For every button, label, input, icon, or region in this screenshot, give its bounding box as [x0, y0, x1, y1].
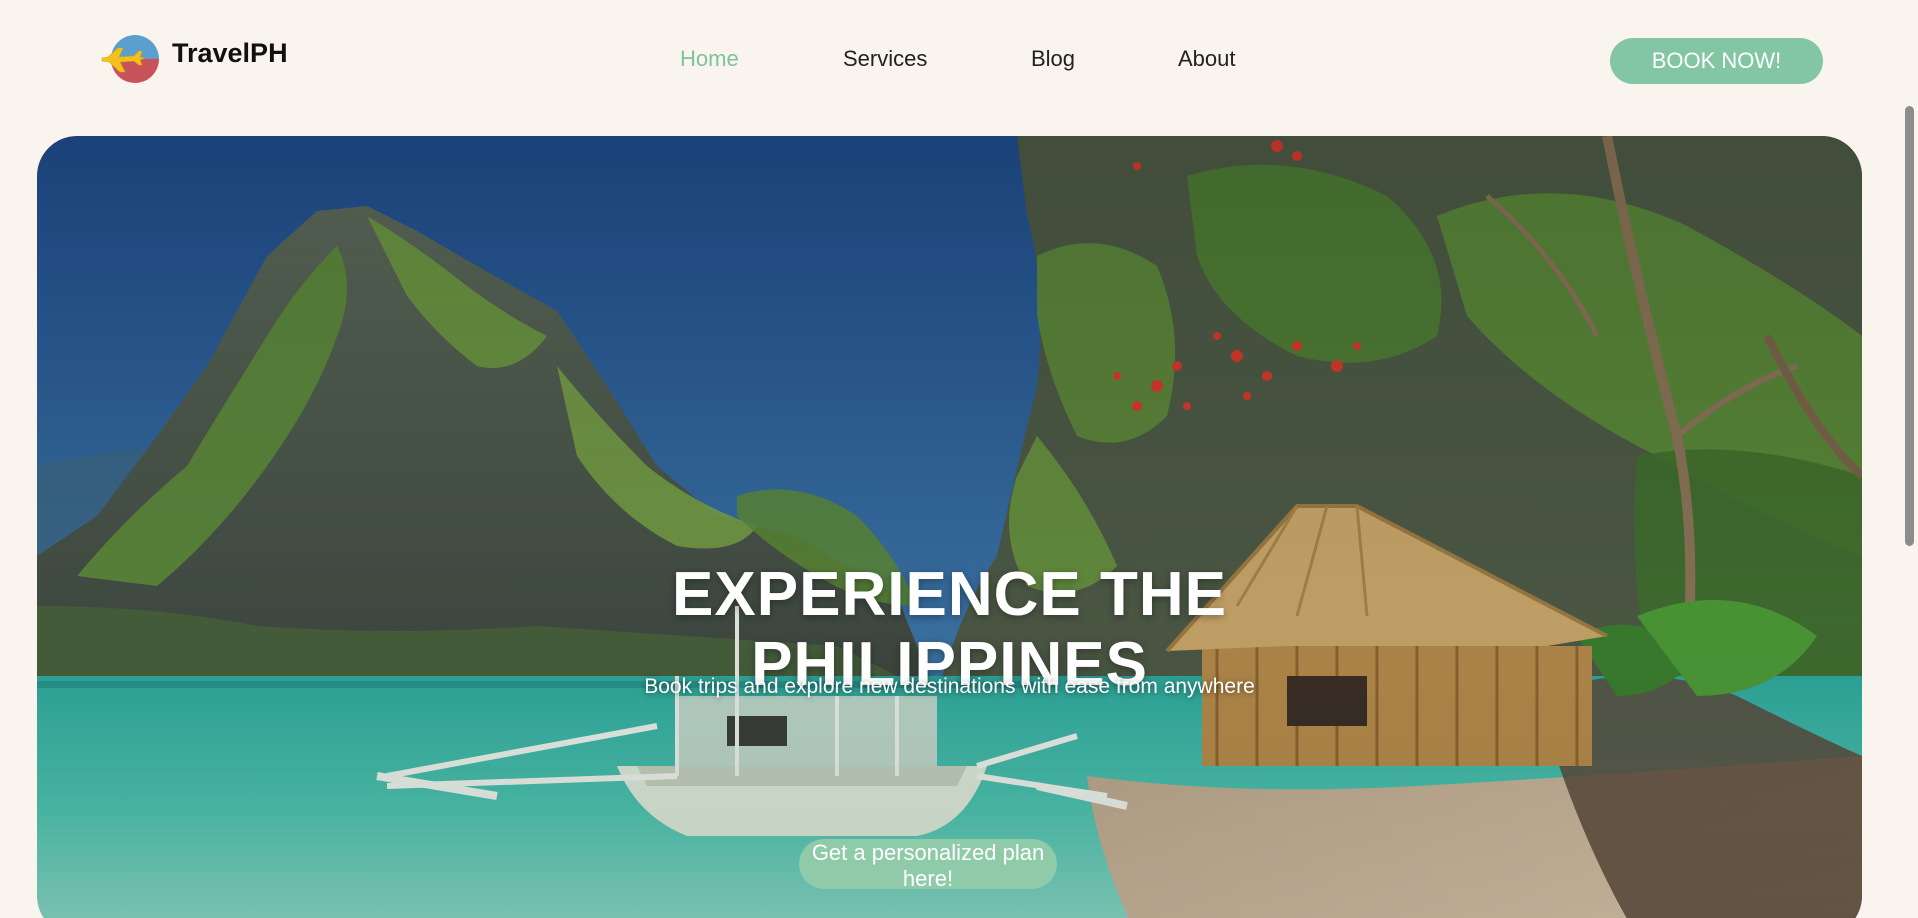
hero-section: EXPERIENCE THE PHILIPPINES Book trips an… — [37, 136, 1862, 918]
hero-subtitle: Book trips and explore new destinations … — [644, 675, 1255, 698]
nav-home[interactable]: Home — [680, 46, 739, 72]
hero-image — [37, 136, 1862, 918]
nav-blog[interactable]: Blog — [1031, 46, 1075, 72]
nav-services[interactable]: Services — [843, 46, 927, 72]
page-scrollbar[interactable] — [1905, 106, 1914, 546]
site-header: TravelPH Home Services Blog About BOOK N… — [0, 0, 1918, 120]
brand-name: TravelPH — [172, 38, 288, 68]
airplane-globe-logo-icon — [101, 35, 159, 83]
brand-logo[interactable]: TravelPH — [98, 32, 288, 86]
nav-about[interactable]: About — [1178, 46, 1236, 72]
book-now-button[interactable]: BOOK NOW! — [1610, 38, 1823, 84]
personalized-plan-button[interactable]: Get a personalized plan here! — [799, 839, 1057, 891]
page: TravelPH Home Services Blog About BOOK N… — [0, 0, 1918, 918]
